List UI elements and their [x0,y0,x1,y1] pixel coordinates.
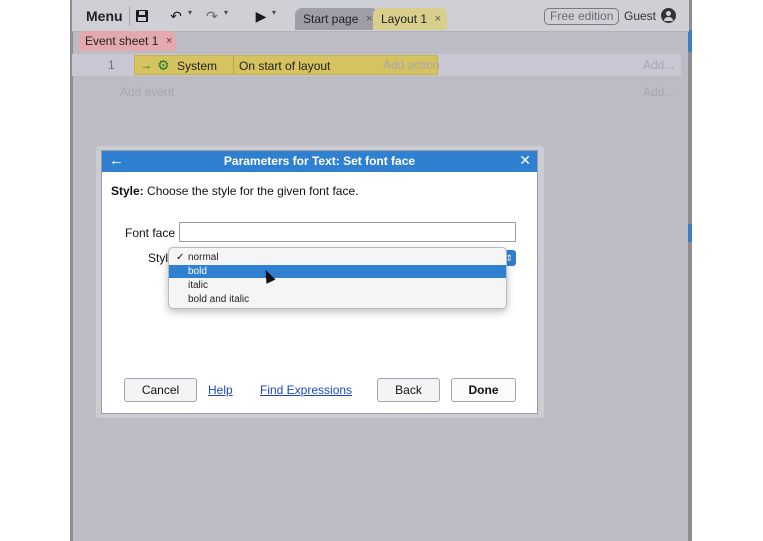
dropdown-option-italic[interactable]: italic [169,279,506,292]
parameter-description: Style: Choose the style for the given fo… [111,184,358,198]
dropdown-option-normal[interactable]: ✓ normal [169,251,506,264]
add-menu-link[interactable]: Add... [643,85,674,99]
option-label: italic [188,280,209,291]
close-icon[interactable]: ✕ [519,152,531,169]
cancel-button[interactable]: Cancel [124,378,197,402]
font-face-label: Font face [125,226,176,240]
description-param-name: Style: [111,184,144,198]
add-menu-link[interactable]: Add... [643,58,674,72]
redo-icon[interactable]: ↷ [204,6,220,26]
dialog-title: Parameters for Text: Set font face [223,154,416,168]
add-action-link[interactable]: Add action [383,58,440,72]
divider [233,56,234,74]
checkmark-icon: ✓ [176,252,185,263]
gear-icon: ⚙ [157,57,170,73]
user-name[interactable]: Guest [624,8,656,25]
tab-layout-1[interactable]: Layout 1 × [373,8,448,30]
tab-start-page[interactable]: Start page × [295,8,379,30]
help-link[interactable]: Help [208,383,233,397]
dropdown-option-bold[interactable]: bold [169,265,506,278]
event-row[interactable]: 1 → ⚙ System On start of layout Add acti… [72,54,681,76]
description-text: Choose the style for the given font face… [143,184,359,198]
tab-event-sheet-1[interactable]: Event sheet 1 × [79,31,177,51]
close-icon[interactable]: × [166,31,172,51]
done-button[interactable]: Done [451,378,516,402]
redo-menu-chevron-down-icon[interactable]: ▾ [224,8,228,17]
option-label: bold [188,266,207,277]
free-edition-badge[interactable]: Free edition [544,8,620,25]
condition-text: On start of layout [239,59,331,73]
right-panel-tab[interactable] [688,30,692,52]
find-expressions-link[interactable]: Find Expressions [260,383,352,397]
close-icon[interactable]: × [366,8,372,30]
condition-object: System [177,59,218,73]
style-dropdown-list: ✓ normal bold italic bold and italic [168,247,507,309]
arrow-right-icon: → [140,58,152,72]
save-icon[interactable] [134,6,150,26]
menu-button[interactable]: Menu [80,6,130,26]
close-icon[interactable]: × [435,8,441,30]
window-edge-left [70,0,73,541]
main-toolbar: Menu ↶ ▾ ↷ ▾ ▶ ▾ Start page × Layout 1 ×… [72,0,689,32]
right-panel-tab[interactable] [688,224,692,242]
window-edge-right [688,0,692,541]
undo-icon[interactable]: ↶ [168,6,184,26]
add-event-link[interactable]: Add event [120,85,174,99]
option-label: normal [188,252,219,263]
preview-menu-chevron-down-icon[interactable]: ▾ [272,8,276,17]
dropdown-option-bold-and-italic[interactable]: bold and italic [169,293,506,306]
option-label: bold and italic [188,294,250,305]
font-face-input[interactable] [179,222,516,242]
undo-menu-chevron-down-icon[interactable]: ▾ [188,8,192,17]
user-icon[interactable] [661,8,676,23]
tab-label: Event sheet 1 [85,34,159,48]
play-icon[interactable]: ▶ [254,6,268,26]
tab-label: Layout 1 [381,12,428,26]
tab-label: Start page [303,12,359,26]
back-button[interactable]: Back [377,378,440,402]
event-number: 1 [108,58,115,72]
dialog-title-bar: ← Parameters for Text: Set font face ✕ [102,151,537,172]
